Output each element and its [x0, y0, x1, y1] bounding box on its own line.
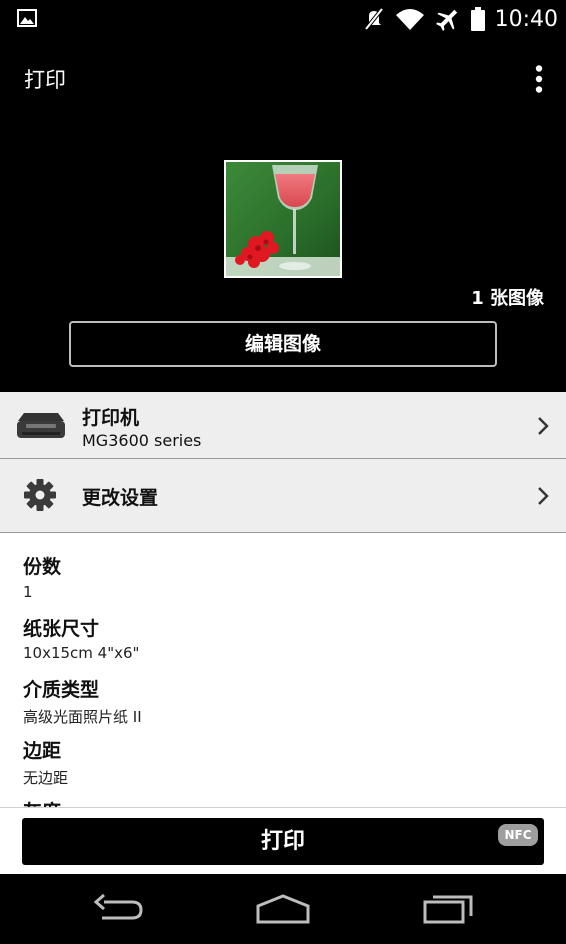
printer-selector-row[interactable]: 打印机 MG3600 series: [0, 392, 566, 459]
printer-name: MG3600 series: [82, 431, 202, 450]
mute-icon: [364, 7, 384, 31]
print-button-area: 打印 NFC: [0, 807, 566, 874]
airplane-icon: [435, 9, 457, 32]
system-nav-bar: [0, 874, 566, 944]
drink-photo: [226, 162, 340, 276]
change-settings-label: 更改设置: [82, 487, 159, 509]
printer-icon: [17, 413, 65, 438]
status-time: 10:40: [494, 6, 558, 32]
paper-size-label: 纸张尺寸: [23, 618, 100, 640]
back-icon[interactable]: [92, 892, 144, 926]
copies-value: 1: [23, 583, 33, 601]
chevron-right-icon: [538, 417, 549, 435]
status-icons: 10:40: [363, 4, 558, 34]
app-bar: 打印: [0, 38, 566, 118]
print-settings-list: 份数 1 纸张尺寸 10x15cm 4"x6" 介质类型 高级光面照片纸 II …: [0, 533, 566, 807]
chevron-right-icon: [538, 487, 549, 505]
gallery-notification-icon: [17, 9, 37, 27]
printer-label: 打印机: [82, 407, 140, 429]
page-title: 打印: [24, 68, 66, 92]
media-type-label: 介质类型: [23, 679, 100, 701]
nfc-badge: NFC: [498, 824, 538, 846]
print-button-label: 打印: [260, 829, 305, 854]
copies-label: 份数: [23, 556, 62, 578]
recents-icon[interactable]: [422, 892, 476, 926]
battery-icon: [470, 7, 485, 31]
overflow-menu-icon[interactable]: [534, 65, 544, 93]
image-thumbnail[interactable]: [224, 160, 342, 278]
home-icon[interactable]: [255, 892, 311, 926]
edit-image-button[interactable]: 编辑图像: [69, 321, 497, 367]
media-type-value: 高级光面照片纸 II: [23, 708, 142, 726]
image-count: 1 张图像: [471, 288, 544, 309]
borders-label: 边距: [23, 740, 62, 762]
status-bar: 10:40: [0, 0, 566, 38]
borders-value: 无边距: [23, 769, 69, 787]
grayscale-label: 灰度: [23, 797, 61, 807]
print-button[interactable]: 打印 NFC: [22, 818, 544, 865]
change-settings-row[interactable]: 更改设置: [0, 459, 566, 533]
wifi-icon: [395, 9, 424, 30]
print-screen: 10:40 打印 1 张图像 编辑图像 打印机 MG3600 series 更改…: [0, 0, 566, 944]
gear-icon: [24, 479, 56, 511]
paper-size-value: 10x15cm 4"x6": [23, 644, 140, 662]
